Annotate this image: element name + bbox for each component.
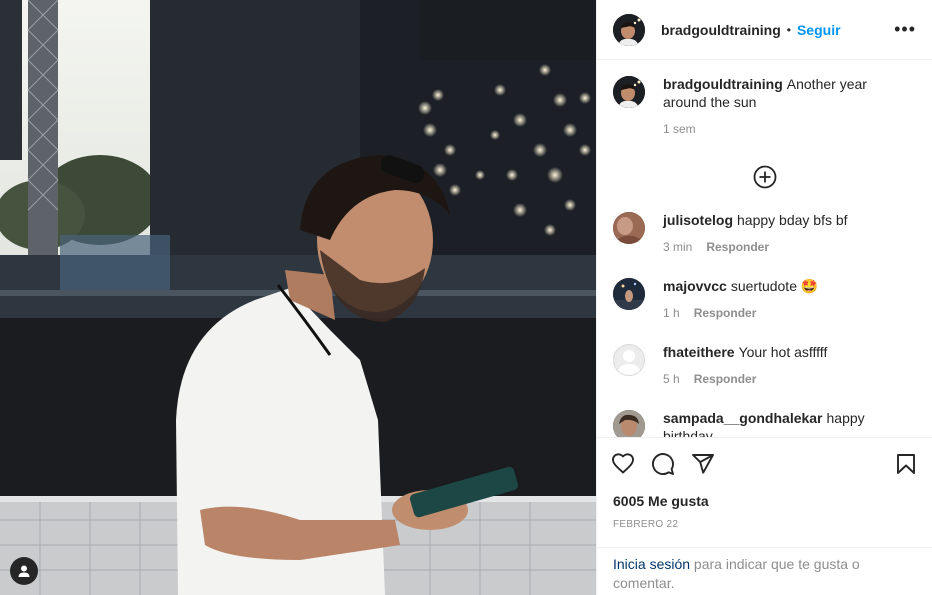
post-image	[0, 0, 596, 595]
heart-icon[interactable]	[611, 452, 635, 476]
reply-button[interactable]: Responder	[694, 372, 757, 386]
plus-circle-icon[interactable]	[753, 165, 777, 189]
post-header: bradgouldtraining • Seguir •••	[597, 0, 932, 60]
more-options-icon[interactable]: •••	[894, 19, 916, 40]
comment-text: happy bday bfs bf	[737, 212, 848, 228]
share-icon[interactable]	[691, 452, 715, 476]
post-date[interactable]: FEBRERO 22	[597, 509, 932, 530]
comment-meta: 5 h Responder	[663, 370, 827, 388]
post-actions	[597, 437, 932, 489]
load-more	[613, 165, 916, 211]
default-avatar-icon[interactable]	[613, 344, 645, 376]
comment-time[interactable]: 3 min	[663, 240, 692, 254]
comment-body: julisotelog happy bday bfs bf 3 min Respon…	[663, 211, 848, 256]
caption-avatar[interactable]	[613, 76, 645, 108]
caption: bradgouldtraining Another year around the…	[613, 75, 916, 165]
login-link[interactable]: Inicia sesión	[613, 556, 690, 572]
comment-time[interactable]: 5 h	[663, 372, 680, 386]
comment-meta: 3 min Responder	[663, 238, 848, 256]
comment-row: majovvcc suertudote 🤩 1 h Responder	[613, 277, 916, 343]
comment-username[interactable]: majovvcc	[663, 278, 727, 294]
post-side-panel: bradgouldtraining • Seguir ••• bradgould…	[596, 0, 932, 595]
comment-text: suertudote 🤩	[730, 278, 819, 294]
post-photo[interactable]	[0, 0, 596, 595]
separator-dot: •	[786, 22, 791, 37]
follow-button[interactable]: Seguir	[797, 22, 841, 38]
likes-count[interactable]: 6005 Me gusta	[597, 489, 932, 509]
author-username[interactable]: bradgouldtraining	[661, 22, 781, 38]
comment-row: sampada__gondhalekar happy birthday	[613, 409, 916, 437]
comment-body: majovvcc suertudote 🤩 1 h Responder	[663, 277, 818, 322]
commenter-avatar[interactable]	[613, 278, 645, 310]
commenter-avatar[interactable]	[613, 212, 645, 244]
comment-username[interactable]: fhateithere	[663, 344, 735, 360]
caption-meta: 1 sem	[663, 120, 878, 138]
reply-button[interactable]: Responder	[706, 240, 769, 254]
user-icon[interactable]	[10, 557, 38, 585]
comments-list[interactable]: bradgouldtraining Another year around the…	[597, 60, 932, 437]
comment-body: fhateithere Your hot asfffff 5 h Responder	[663, 343, 827, 388]
author-avatar[interactable]	[613, 13, 645, 46]
comment-body: sampada__gondhalekar happy birthday	[663, 409, 916, 437]
comment-meta: 1 h Responder	[663, 304, 818, 322]
comment-username[interactable]: sampada__gondhalekar	[663, 410, 823, 426]
caption-body: bradgouldtraining Another year around the…	[663, 75, 878, 138]
caption-username[interactable]: bradgouldtraining	[663, 76, 783, 92]
comment-text: Your hot asfffff	[738, 344, 828, 360]
comment-row: fhateithere Your hot asfffff 5 h Responder	[613, 343, 916, 409]
comment-row: julisotelog happy bday bfs bf 3 min Respon…	[613, 211, 916, 277]
bookmark-icon[interactable]	[894, 452, 918, 476]
login-prompt: Inicia sesión para indicar que te gusta …	[597, 547, 932, 595]
commenter-avatar[interactable]	[613, 410, 645, 437]
comment-username[interactable]: julisotelog	[663, 212, 733, 228]
instagram-post: bradgouldtraining • Seguir ••• bradgould…	[0, 0, 932, 595]
comment-icon[interactable]	[651, 452, 675, 476]
comment-time[interactable]: 1 h	[663, 306, 680, 320]
caption-time[interactable]: 1 sem	[663, 122, 696, 136]
reply-button[interactable]: Responder	[694, 306, 757, 320]
